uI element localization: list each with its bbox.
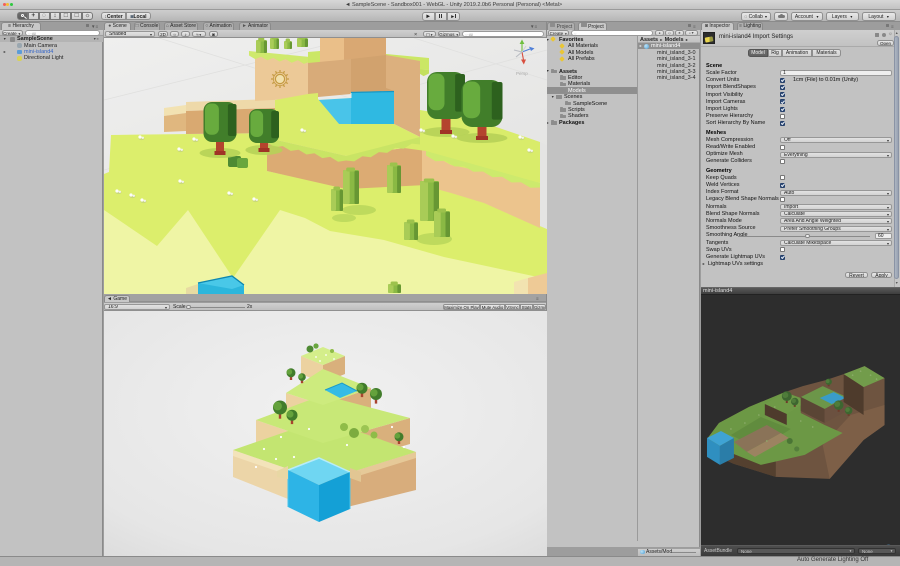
- svg-text:Persp: Persp: [516, 71, 528, 76]
